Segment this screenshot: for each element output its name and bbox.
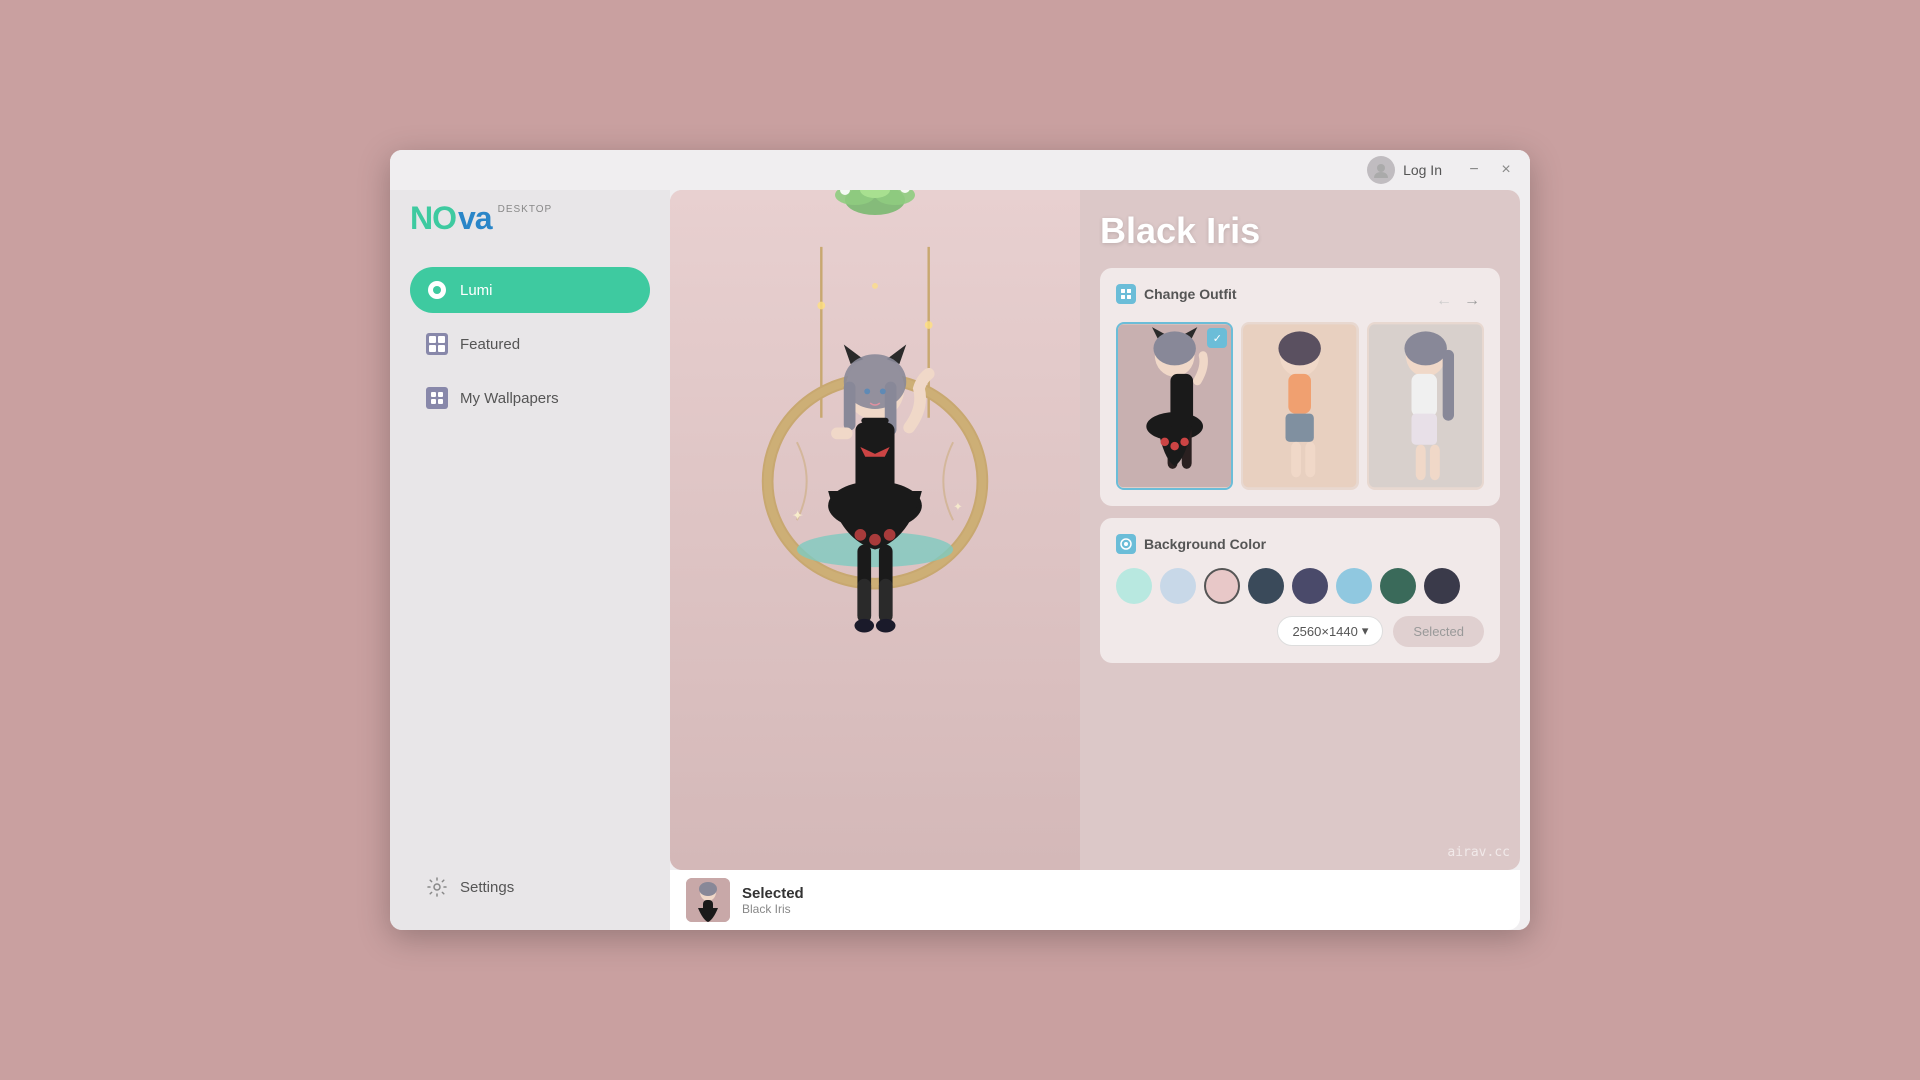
login-area: Log In (1367, 156, 1442, 184)
color-swatch-light-blue[interactable] (1160, 568, 1196, 604)
character-preview: ✦ ✦ ✦ (670, 190, 1080, 870)
outfit-prev-button[interactable]: ← (1432, 289, 1456, 313)
bg-color-section-title: Background Color (1116, 534, 1484, 554)
lumi-icon (426, 279, 448, 301)
featured-icon (426, 333, 448, 355)
outfit-next-button[interactable]: → (1460, 289, 1484, 313)
selected-info: Selected Black Iris (742, 885, 804, 916)
outfit-nav-arrows: ← → (1432, 289, 1484, 313)
sidebar-item-featured[interactable]: Featured (410, 321, 650, 367)
svg-text:✦: ✦ (792, 508, 804, 523)
outfit-panel: Black Iris (1080, 190, 1520, 870)
watermark: airav.cc (1447, 845, 1510, 860)
login-avatar-icon (1367, 156, 1395, 184)
main-layout: NO va DESKTOP Lumi (390, 150, 1530, 930)
settings-gear-icon (426, 876, 448, 898)
resolution-select[interactable]: 2560×1440 ▾ (1277, 616, 1383, 646)
change-outfit-header: Change Outfit ← → (1116, 284, 1484, 318)
selected-thumb-image (686, 878, 730, 922)
app-logo: NO va DESKTOP (410, 200, 552, 237)
selected-sublabel: Black Iris (742, 902, 804, 916)
outfit-preview-peach (1243, 324, 1356, 488)
outfit-preview-white (1369, 324, 1482, 488)
wallpapers-icon (426, 387, 448, 409)
bg-color-icon (1116, 534, 1136, 554)
logo-area: NO va DESKTOP (410, 200, 650, 237)
outfit-grid: ✓ (1116, 322, 1484, 490)
character-title: Black Iris (1100, 210, 1500, 252)
sidebar: NO va DESKTOP Lumi (390, 150, 670, 930)
outfit-thumb-black-iris[interactable]: ✓ (1116, 322, 1233, 490)
sidebar-wallpapers-label: My Wallpapers (460, 390, 559, 407)
settings-label: Settings (460, 879, 514, 896)
sidebar-lumi-label: Lumi (460, 282, 493, 299)
svg-text:✦: ✦ (953, 500, 963, 513)
sidebar-item-my-wallpapers[interactable]: My Wallpapers (410, 375, 650, 421)
outfit-selected-check: ✓ (1207, 328, 1227, 348)
outfit-thumb-peach[interactable] (1241, 322, 1358, 490)
character-swing-svg: ✦ ✦ ✦ (670, 190, 1080, 870)
change-outfit-label: Change Outfit (1144, 286, 1237, 302)
change-outfit-section-title: Change Outfit (1116, 284, 1237, 304)
selected-label: Selected (742, 885, 804, 902)
main-content: ✦ ✦ ✦ (670, 150, 1530, 930)
resolution-value: 2560×1440 (1292, 624, 1357, 639)
logo-no: NO (410, 200, 456, 237)
sidebar-nav: Lumi Featured (410, 267, 650, 425)
color-swatch-sky-blue[interactable] (1336, 568, 1372, 604)
outfit-preview-black-iris (1118, 324, 1231, 488)
sidebar-featured-label: Featured (460, 336, 520, 353)
login-label[interactable]: Log In (1403, 162, 1442, 178)
color-swatch-charcoal[interactable] (1424, 568, 1460, 604)
color-swatch-blush[interactable] (1204, 568, 1240, 604)
minimize-button[interactable]: − (1462, 158, 1486, 182)
bottom-controls: 2560×1440 ▾ Selected (1116, 616, 1484, 647)
bottom-bar: Selected Black Iris (670, 870, 1520, 930)
settings-item[interactable]: Settings (410, 864, 650, 910)
close-button[interactable]: × (1494, 158, 1518, 182)
background-color-card: Background Color (1100, 518, 1500, 663)
color-swatch-dark-blue[interactable] (1248, 568, 1284, 604)
color-swatch-dark-purple[interactable] (1292, 568, 1328, 604)
logo-va: va (458, 200, 492, 237)
sidebar-item-lumi[interactable]: Lumi (410, 267, 650, 313)
change-outfit-card: Change Outfit ← → (1100, 268, 1500, 506)
app-window: Log In − × NO va DESKTOP (390, 150, 1530, 930)
plant-decoration-icon (815, 190, 935, 260)
resolution-dropdown-arrow: ▾ (1362, 623, 1369, 639)
sidebar-bottom: Settings (410, 864, 650, 910)
outfit-thumb-white[interactable] (1367, 322, 1484, 490)
color-swatches (1116, 568, 1484, 604)
lumi-dot (428, 281, 446, 299)
title-bar: Log In − × (390, 150, 1530, 190)
content-area: ✦ ✦ ✦ (670, 190, 1520, 870)
selected-button: Selected (1393, 616, 1484, 647)
window-controls: − × (1462, 158, 1518, 182)
change-outfit-icon (1116, 284, 1136, 304)
selected-thumb (686, 878, 730, 922)
logo-desktop: DESKTOP (498, 204, 553, 215)
bg-color-label: Background Color (1144, 536, 1266, 552)
color-swatch-forest-green[interactable] (1380, 568, 1416, 604)
color-swatch-mint[interactable] (1116, 568, 1152, 604)
